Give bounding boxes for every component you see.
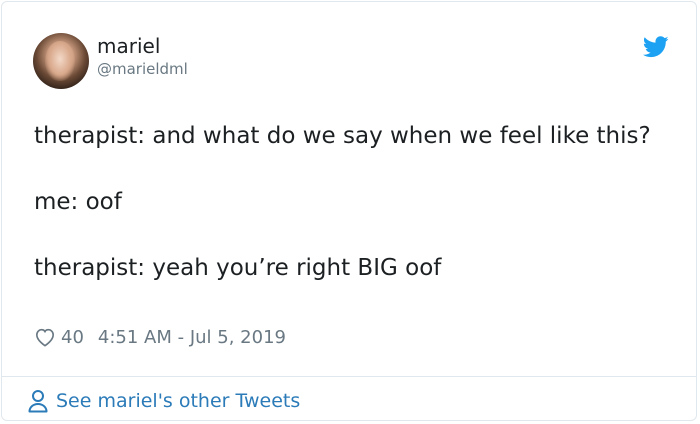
- tweet-meta: 40 4:51 AM - Jul 5, 2019: [34, 324, 286, 350]
- heart-icon[interactable]: [34, 327, 56, 347]
- twitter-bird-icon[interactable]: [643, 36, 669, 58]
- see-other-tweets-label[interactable]: See mariel's other Tweets: [56, 390, 300, 412]
- person-icon: [28, 390, 48, 413]
- author-name[interactable]: mariel: [97, 34, 160, 58]
- tweet-paragraph: therapist: and what do we say when we fe…: [34, 123, 651, 149]
- see-other-tweets-link[interactable]: See mariel's other Tweets: [27, 388, 300, 414]
- tweet-paragraph: me: oof: [34, 189, 122, 215]
- tweet-paragraph: therapist: yeah you’re right BIG oof: [34, 255, 442, 281]
- like-count[interactable]: 40: [61, 327, 84, 348]
- divider: [2, 376, 696, 377]
- tweet-timestamp[interactable]: 4:51 AM - Jul 5, 2019: [98, 327, 286, 348]
- avatar[interactable]: [33, 33, 89, 89]
- tweet-text: therapist: and what do we say when we fe…: [34, 120, 654, 285]
- tweet-card: mariel @marieldml therapist: and what do…: [1, 1, 697, 421]
- author-handle[interactable]: @marieldml: [97, 60, 188, 78]
